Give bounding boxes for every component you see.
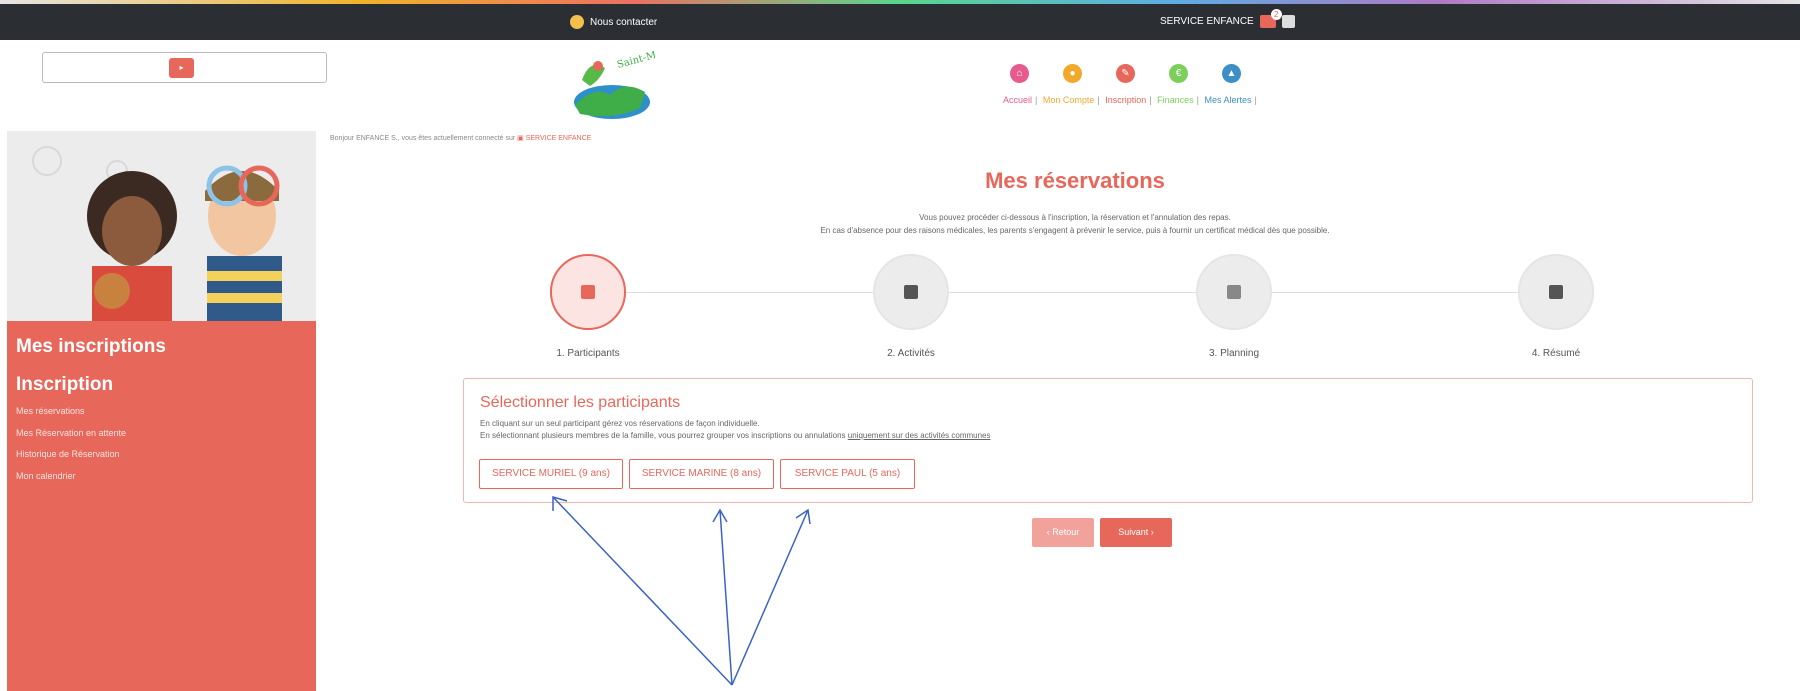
- sidebar-item-historique[interactable]: Historique de Réservation: [16, 449, 120, 459]
- greeting-prefix: Bonjour ENFANCE S., vous êtes actuelleme…: [330, 135, 516, 142]
- annotation-arrow-1: [552, 496, 733, 686]
- book-icon: [904, 285, 918, 299]
- sidebar-item-mes-reservations[interactable]: Mes réservations: [16, 406, 85, 416]
- service-label: SERVICE ENFANCE: [1160, 16, 1254, 27]
- participant-button-marine[interactable]: SERVICE MARINE (8 ans): [629, 459, 774, 489]
- participant-button-paul[interactable]: SERVICE PAUL (5 ans): [780, 459, 915, 489]
- greeting-text: Bonjour ENFANCE S., vous êtes actuelleme…: [330, 134, 591, 142]
- step-resume[interactable]: [1518, 254, 1594, 330]
- step-label-resume: 4. Résumé: [1531, 348, 1581, 359]
- main-nav: ⌂ ● ✎ € ▲ Accueil | Mon Compte | Inscripti…: [1000, 64, 1370, 114]
- pencil-icon[interactable]: ✎: [1116, 64, 1135, 83]
- alert-icon[interactable]: ▲: [1222, 64, 1241, 83]
- sidebar: Mes inscriptions Inscription Mes réserva…: [7, 131, 316, 691]
- children-photo: [7, 131, 316, 321]
- site-logo[interactable]: Saint-Marie: [560, 50, 655, 122]
- step-label-planning: 3. Planning: [1208, 348, 1260, 359]
- intro-line-1: Vous pouvez procéder ci-dessous à l'insc…: [919, 213, 1231, 222]
- nav-inscription[interactable]: Inscription: [1105, 95, 1146, 105]
- annotation-arrow-2: [719, 509, 733, 686]
- sidebar-item-reservation-en-attente[interactable]: Mes Réservation en attente: [16, 428, 126, 438]
- notification-icon[interactable]: 2: [1259, 9, 1282, 28]
- step-label-activites: 2. Activités: [887, 348, 935, 359]
- contact-label: Nous contacter: [590, 16, 658, 28]
- next-button[interactable]: Suivant ›: [1100, 518, 1172, 547]
- euro-icon[interactable]: €: [1169, 64, 1188, 83]
- participant-button-muriel[interactable]: SERVICE MURIEL (9 ans): [479, 459, 623, 489]
- check-icon: [1549, 285, 1563, 299]
- intro-line-2: En cas d'absence pour des raisons médica…: [820, 226, 1330, 235]
- step-participants[interactable]: [550, 254, 626, 330]
- users-icon: [581, 285, 595, 299]
- nav-mes-alertes[interactable]: Mes Alertes: [1204, 95, 1251, 105]
- logout-icon[interactable]: [1281, 15, 1295, 28]
- contact-icon: [570, 15, 584, 29]
- home-icon[interactable]: ⌂: [1010, 64, 1029, 83]
- greeting-service: ▣ SERVICE ENFANCE: [517, 135, 592, 142]
- step-activites[interactable]: [873, 254, 949, 330]
- step-label-participants: 1. Participants: [556, 348, 620, 359]
- notification-count: 2: [1270, 9, 1282, 20]
- participant-selector-panel: Sélectionner les participants En cliquan…: [463, 378, 1753, 503]
- step-planning[interactable]: [1196, 254, 1272, 330]
- page-title: Mes réservations: [985, 168, 1165, 193]
- annotation-arrowhead-3: [795, 508, 811, 525]
- top-bar: Nous contacter SERVICE ENFANCE 2: [0, 4, 1800, 40]
- annotation-arrow-3: [731, 509, 809, 686]
- selector-help-prefix: En sélectionnant plusieurs membres de la…: [480, 431, 846, 440]
- selector-help-line-2: En sélectionnant plusieurs membres de la…: [480, 431, 991, 440]
- greeting-service-name: SERVICE ENFANCE: [525, 135, 592, 142]
- steps-connector: [580, 292, 1540, 293]
- nav-accueil[interactable]: Accueil: [1003, 95, 1032, 105]
- nav-mon-compte[interactable]: Mon Compte: [1043, 95, 1095, 105]
- search-button[interactable]: ▸: [169, 58, 194, 78]
- selector-title: Sélectionner les participants: [480, 394, 681, 411]
- annotation-arrowhead-2: [712, 508, 728, 523]
- user-icon[interactable]: ●: [1063, 64, 1082, 83]
- sidebar-title: Mes inscriptions: [16, 336, 166, 357]
- nav-finances[interactable]: Finances: [1157, 95, 1194, 105]
- sidebar-subtitle: Inscription: [16, 374, 114, 395]
- service-account[interactable]: SERVICE ENFANCE 2: [1160, 9, 1295, 28]
- selector-help-emphasis: uniquement sur des activités communes: [847, 431, 991, 440]
- logo-text: Saint-Marie: [616, 50, 655, 71]
- back-button[interactable]: ‹ Retour: [1032, 518, 1094, 547]
- search-input[interactable]: ▸: [42, 52, 327, 83]
- sidebar-item-calendrier[interactable]: Mon calendrier: [16, 471, 76, 481]
- contact-link[interactable]: Nous contacter: [570, 15, 657, 29]
- calendar-icon: [1227, 285, 1241, 299]
- selector-help-line-1: En cliquant sur un seul participant gére…: [480, 419, 760, 428]
